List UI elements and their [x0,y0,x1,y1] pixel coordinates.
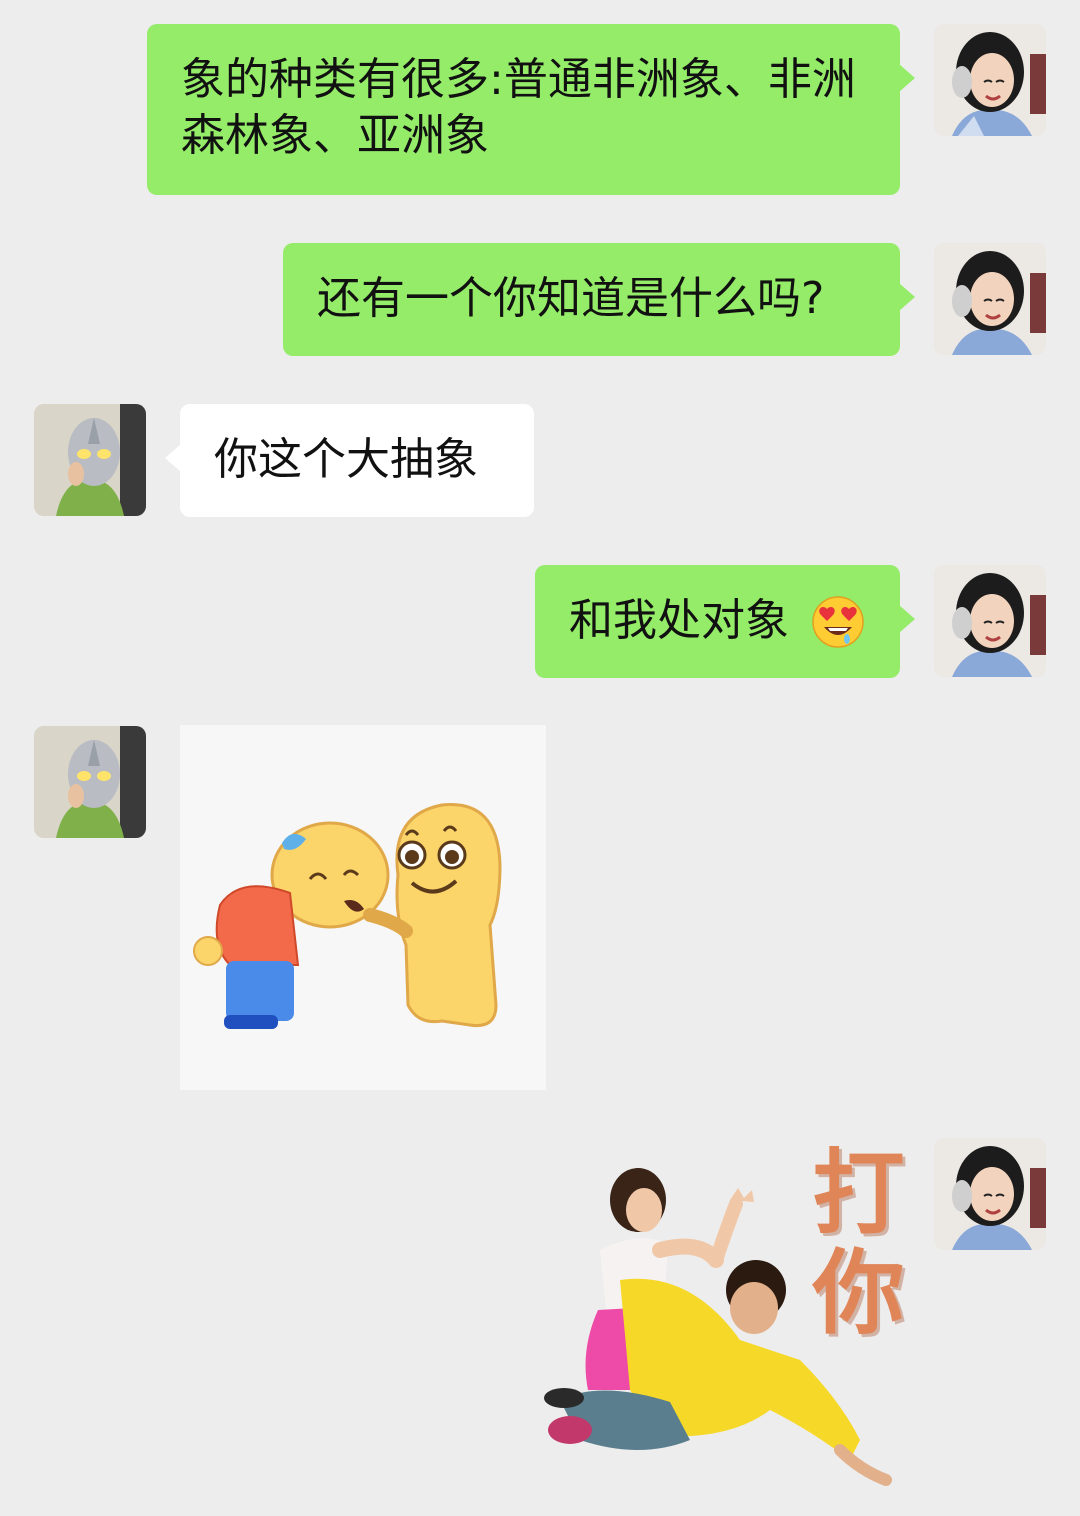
message-bubble-outgoing[interactable]: 还有一个你知道是什么吗? [283,243,915,356]
masked-hero-icon [34,726,146,838]
message-bubble-outgoing[interactable]: 象的种类有很多:普通非洲象、非洲森林象、亚洲象 [147,24,915,195]
friend-avatar[interactable] [34,404,146,516]
my-avatar[interactable] [934,243,1046,355]
yellow-blob-pat-head-sticker-icon [180,725,546,1090]
sticker-caption: 打你 [797,1144,904,1344]
girl-headphones-icon [934,24,1046,136]
my-avatar[interactable] [934,24,1046,136]
message-text: 和我处对象 [569,595,789,646]
sticker-message[interactable]: 打你 [540,1140,910,1500]
message-bubble-incoming[interactable]: 你这个大抽象 [165,404,534,517]
masked-hero-icon [34,404,146,516]
my-avatar[interactable] [934,565,1046,677]
message-text: 还有一个你知道是什么吗? [317,273,825,324]
girl-headphones-icon [934,565,1046,677]
friend-avatar[interactable] [34,726,146,838]
girl-headphones-icon [934,243,1046,355]
message-text: 你这个大抽象 [214,434,478,485]
girl-headphones-icon [934,1138,1046,1250]
my-avatar[interactable] [934,1138,1046,1250]
sticker-message[interactable] [180,725,546,1090]
message-text: 象的种类有很多:普通非洲象、非洲森林象、亚洲象 [181,54,856,161]
heart-eyes-emoji-icon [812,596,864,648]
message-bubble-outgoing[interactable]: 和我处对象 [535,565,915,678]
